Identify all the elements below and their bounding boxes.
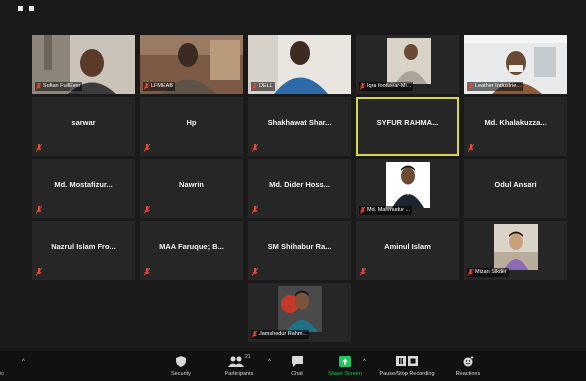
participant-tile[interactable]: DELL	[248, 35, 351, 94]
participant-tile[interactable]: LFMEAB	[140, 35, 243, 94]
participant-photo	[494, 224, 538, 270]
participant-tile[interactable]: Hp	[140, 97, 243, 156]
participant-tile[interactable]: Aminul Islam	[356, 221, 459, 280]
reactions-button[interactable]: Reactions	[443, 356, 493, 377]
share-screen-icon	[339, 356, 351, 367]
muted-mic-icon	[144, 206, 150, 214]
left-edge-label: io	[0, 371, 4, 377]
smiley-plus-icon	[463, 356, 473, 367]
muted-mic-icon	[252, 83, 257, 90]
participants-button[interactable]: 21 Participants	[214, 354, 264, 377]
muted-mic-icon	[144, 83, 149, 90]
muted-mic-icon	[360, 207, 365, 214]
participant-tile[interactable]: Md. Dider Hoss...	[248, 159, 351, 218]
shield-icon	[176, 356, 186, 367]
participant-name-label: LFMEAB	[143, 82, 176, 91]
participant-name: sarwar	[71, 118, 96, 127]
muted-mic-icon	[252, 268, 258, 276]
meeting-toolbar: ^ Security 21 Participants ^ Chat Share …	[0, 351, 586, 381]
participant-photo	[278, 286, 322, 332]
participant-name: SM Shihabur Ra...	[267, 242, 332, 251]
muted-mic-icon	[252, 331, 257, 338]
participant-tile[interactable]: Md. Khalakuzza...	[464, 97, 567, 156]
participant-name: Nawrin	[178, 180, 204, 189]
participant-name: Md. Dider Hoss...	[269, 180, 330, 189]
participants-icon: 21	[224, 354, 254, 367]
participant-tile[interactable]: MAA Faruque; B...	[140, 221, 243, 280]
muted-mic-icon	[252, 206, 258, 214]
muted-mic-icon	[360, 268, 366, 276]
participant-tile[interactable]: Nawrin	[140, 159, 243, 218]
participant-tile[interactable]: Sufian FullEver	[32, 35, 135, 94]
participant-tile[interactable]: Mizan Sikder	[464, 221, 567, 280]
participants-count: 21	[245, 354, 251, 360]
muted-mic-icon	[468, 83, 473, 90]
participant-name-label: Iqra footwear-Mi...	[359, 82, 414, 91]
share-options-caret[interactable]: ^	[363, 359, 366, 365]
participant-name-label: Leather Industrie...	[467, 82, 523, 91]
meeting-window: Sufian FullEver LFMEAB DELL Iqra footwea…	[0, 0, 586, 381]
participant-photo	[386, 162, 430, 208]
muted-mic-icon	[360, 83, 365, 90]
participant-name: Hp	[186, 118, 197, 127]
participant-tile[interactable]: Iqra footwear-Mi...	[356, 35, 459, 94]
muted-mic-icon	[36, 144, 42, 152]
participant-tile[interactable]: Md. Mostafizur...	[32, 159, 135, 218]
participant-name: Aminul Islam	[384, 242, 431, 251]
chat-icon	[291, 356, 303, 367]
participant-name: Md. Khalakuzza...	[484, 118, 547, 127]
muted-mic-icon	[36, 206, 42, 214]
participant-tile[interactable]: Odul Ansari	[464, 159, 567, 218]
participant-name-label: Md. Mahmudur ...	[359, 206, 413, 215]
pause-stop-icon	[396, 356, 418, 366]
participant-photo	[387, 38, 431, 84]
muted-mic-icon	[144, 144, 150, 152]
muted-mic-icon	[252, 144, 258, 152]
muted-mic-icon	[36, 83, 41, 90]
top-bar	[0, 0, 586, 16]
participant-name-label: Mizan Sikder	[467, 268, 509, 277]
participant-name: MAA Faruque; B...	[159, 242, 224, 251]
chat-button[interactable]: Chat	[272, 356, 322, 377]
participant-name: SYFUR RAHMA...	[376, 118, 439, 127]
participant-name-label: Jamshedur Rahm...	[251, 330, 309, 339]
participant-name: Odul Ansari	[494, 180, 537, 189]
participant-name: Shakhawat Shar...	[267, 118, 332, 127]
participant-name: Nazrul Islam Fro...	[51, 242, 116, 251]
participant-tile[interactable]: sarwar	[32, 97, 135, 156]
participant-tile[interactable]: Nazrul Islam Fro...	[32, 221, 135, 280]
participant-name: Md. Mostafizur...	[54, 180, 113, 189]
pause-stop-recording-button[interactable]: Pause/Stop Recording	[375, 356, 439, 377]
caret-up-icon[interactable]: ^	[22, 359, 25, 365]
muted-mic-icon	[468, 269, 473, 276]
muted-mic-icon	[468, 144, 474, 152]
muted-mic-icon	[144, 268, 150, 276]
participant-name-label: DELL	[251, 82, 275, 91]
participant-tile[interactable]: Leather Industrie...	[464, 35, 567, 94]
active-speaker-tile[interactable]: SYFUR RAHMA...	[356, 97, 459, 156]
participants-options-caret[interactable]: ^	[268, 359, 271, 365]
security-button[interactable]: Security	[156, 356, 206, 377]
view-toggle-icon[interactable]	[18, 4, 44, 12]
participant-name-label: Sufian FullEver	[35, 82, 83, 91]
participant-tile[interactable]: Md. Mahmudur ...	[356, 159, 459, 218]
participant-tile[interactable]: Shakhawat Shar...	[248, 97, 351, 156]
muted-mic-icon	[36, 268, 42, 276]
participant-tile[interactable]: Jamshedur Rahm...	[248, 283, 351, 342]
participant-tile[interactable]: SM Shihabur Ra...	[248, 221, 351, 280]
